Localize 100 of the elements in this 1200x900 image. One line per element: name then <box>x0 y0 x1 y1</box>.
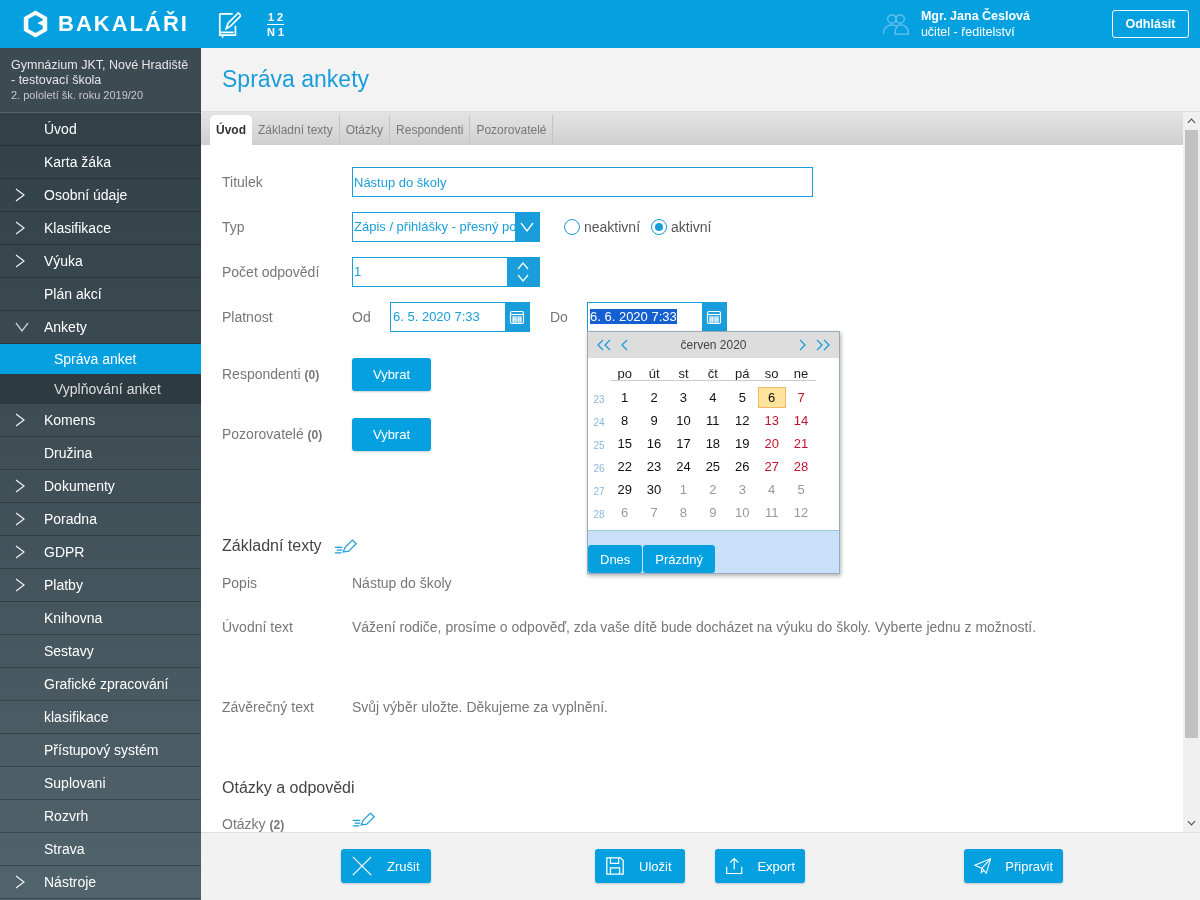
week-number: 25 <box>593 440 605 451</box>
calendar-day[interactable]: 6 <box>757 387 786 408</box>
user-role: učitel - ředitelství <box>920 24 1016 40</box>
paper-plane-icon <box>974 856 992 876</box>
field-label: Popis <box>222 575 259 591</box>
tab[interactable]: Úvod <box>210 115 252 145</box>
chevron-right-icon <box>15 479 25 493</box>
calendar-day[interactable]: 8 <box>610 410 639 431</box>
chevron-right-icon <box>15 512 25 526</box>
calendar-day[interactable]: 7 <box>787 387 816 408</box>
week-number: 23 <box>593 394 605 405</box>
week-number: 26 <box>593 463 605 474</box>
chevron-right-icon <box>15 578 25 592</box>
double-chevron-left-icon[interactable] <box>596 339 612 351</box>
calendar-day[interactable]: 9 <box>640 410 669 431</box>
weekday-label: so <box>764 365 779 381</box>
calendar-day[interactable]: 19 <box>728 433 757 454</box>
field-label: Do <box>550 309 569 325</box>
scroll-down-icon[interactable] <box>1187 820 1196 826</box>
chevron-right-icon[interactable] <box>799 339 807 351</box>
chevron-left-icon[interactable] <box>620 339 628 351</box>
chevron-right-icon <box>15 875 25 889</box>
text-value: Nástup do školy <box>352 575 452 591</box>
school-term: 2. pololetí šk. roku 2019/20 <box>11 88 145 102</box>
calendar-day[interactable]: 12 <box>728 410 757 431</box>
calendar-day[interactable]: 18 <box>698 433 727 454</box>
edit-icon[interactable] <box>352 812 376 827</box>
calendar-day[interactable]: 11 <box>698 410 727 431</box>
chevron-up-icon[interactable] <box>517 262 529 270</box>
chevron-down-icon <box>15 322 29 332</box>
week-number: 24 <box>593 417 605 428</box>
calendar-icon[interactable] <box>706 309 722 325</box>
week-number: 27 <box>593 486 605 497</box>
calendar-day[interactable]: 15 <box>610 433 639 454</box>
calendar-day[interactable]: 26 <box>728 456 757 477</box>
calendar-day[interactable]: 23 <box>640 456 669 477</box>
calendar-day[interactable]: 16 <box>640 433 669 454</box>
field-label: Titulek <box>222 174 264 190</box>
calendar-day[interactable]: 21 <box>787 433 816 454</box>
school-name: Gymnázium JKT, Nové Hradiště - testovací škola <box>11 58 190 88</box>
field-label: Pozorovatelé (0) <box>222 426 324 442</box>
field-label: Úvodní text <box>222 619 294 635</box>
field-label: Typ <box>222 219 246 235</box>
calendar-day[interactable]: 13 <box>757 410 786 431</box>
calendar-day[interactable]: 29 <box>610 479 639 500</box>
field-label: Závěrečný text <box>222 699 315 715</box>
chevron-down-icon[interactable] <box>517 274 529 282</box>
field-label: Otázky (2) <box>222 816 286 832</box>
calendar-day[interactable]: 2 <box>640 387 669 408</box>
notebook-pencil-icon[interactable] <box>216 10 241 38</box>
chevron-right-icon <box>15 413 25 427</box>
weekday-label: pá <box>735 365 750 381</box>
chevron-right-icon <box>15 221 25 235</box>
section-heading: Základní texty <box>222 537 322 555</box>
calendar-day[interactable]: 24 <box>669 456 698 477</box>
calendar-day[interactable]: 22 <box>610 456 639 477</box>
upload-icon <box>725 856 744 876</box>
double-chevron-right-icon[interactable] <box>815 339 831 351</box>
scroll-up-icon[interactable] <box>1187 118 1196 124</box>
logo-icon <box>22 9 49 39</box>
week-number: 28 <box>593 509 605 520</box>
calendar-icon[interactable] <box>509 309 525 325</box>
status-radio[interactable]: aktivní <box>651 219 712 235</box>
calendar-day[interactable]: 30 <box>640 479 669 500</box>
calendar-day[interactable]: 4 <box>698 387 727 408</box>
close-icon <box>351 855 373 877</box>
field-label: Od <box>352 309 372 325</box>
calendar-day[interactable]: 10 <box>669 410 698 431</box>
weekday-label: čt <box>707 365 718 381</box>
weekday-label: po <box>617 365 632 381</box>
text-value: Vážení rodiče, prosíme o odpověď, zda vaše dítě bude docházet na výuku do školy. Vyberte jednu z možností. <box>352 619 1037 635</box>
user-name: Mgr. Jana Česlová <box>920 8 1030 24</box>
text-value: Svůj výběr uložte. Děkujeme za vyplnění. <box>352 699 608 715</box>
chevron-right-icon <box>15 188 25 202</box>
brand-name: BAKALÁŘI <box>58 11 189 37</box>
chevron-right-icon <box>15 254 25 268</box>
calendar-day[interactable]: 17 <box>669 433 698 454</box>
calendar-day[interactable]: 3 <box>669 387 698 408</box>
calendar-day[interactable]: 28 <box>787 456 816 477</box>
field-label: Platnost <box>222 309 274 325</box>
weekday-label: ne <box>793 365 809 381</box>
nav-subitem[interactable]: Vyplňování anket <box>0 374 201 404</box>
calendar-day[interactable]: 25 <box>698 456 727 477</box>
calendar-day[interactable]: 1 <box>610 387 639 408</box>
weekday-label: st <box>678 365 689 381</box>
field-label: Respondenti (0) <box>222 366 321 382</box>
calendar-day[interactable]: 27 <box>757 456 786 477</box>
calendar-day[interactable]: 20 <box>757 433 786 454</box>
edit-icon[interactable] <box>333 538 358 554</box>
chevron-right-icon <box>15 545 25 559</box>
chevron-down-icon <box>520 222 534 232</box>
section-heading: Otázky a odpovědi <box>222 779 355 797</box>
status-radio[interactable]: neaktivní <box>564 219 641 235</box>
month-title: červen 2020 <box>679 338 748 352</box>
weekday-label: út <box>648 365 660 381</box>
page-title: Správa ankety <box>222 66 370 93</box>
calendar-day[interactable]: 14 <box>787 410 816 431</box>
users-icon <box>880 11 911 37</box>
calendar-day[interactable]: 5 <box>728 387 757 408</box>
field-label: Počet odpovědí <box>222 264 321 280</box>
